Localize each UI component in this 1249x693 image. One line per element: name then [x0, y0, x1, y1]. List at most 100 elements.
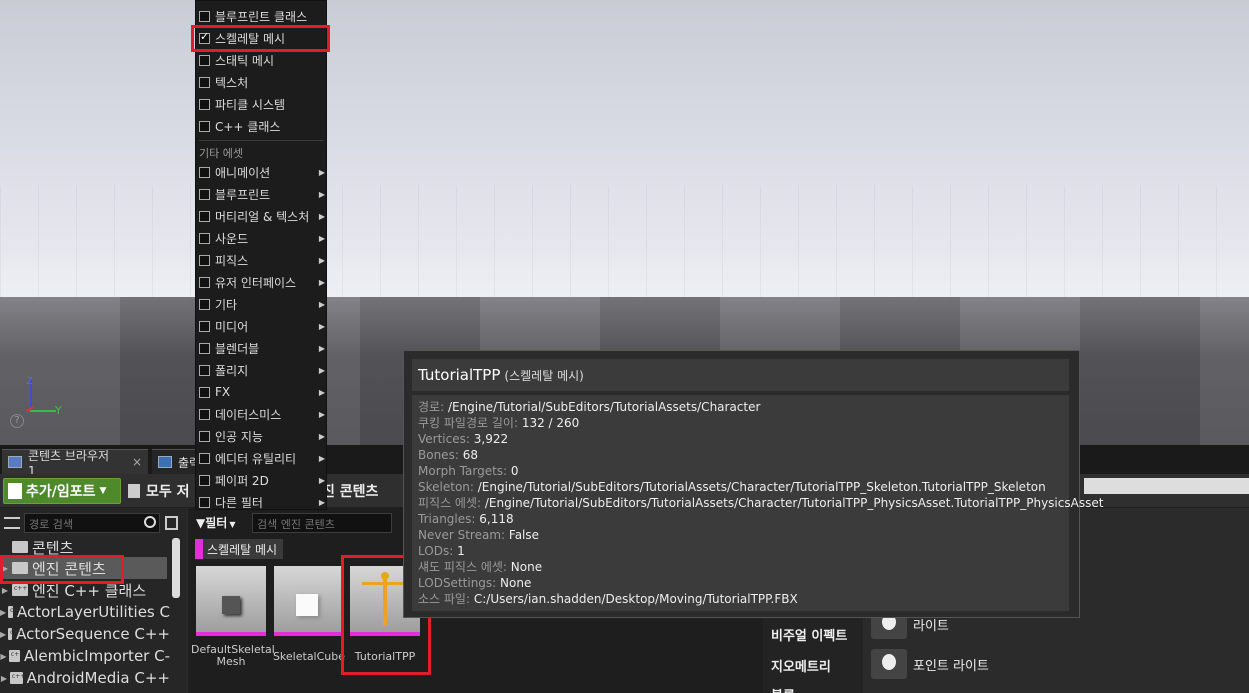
submenu-arrow-icon: ▶ — [318, 497, 325, 507]
tree-item-actorsequence[interactable]: ▶ ActorSequence C++ — [0, 623, 170, 645]
menu-item-misc[interactable]: 기타 ▶ — [196, 293, 328, 315]
menu-item-particle-system[interactable]: 파티클 시스템 — [196, 93, 328, 115]
asset-search-input[interactable]: 검색 엔진 콘텐츠 — [252, 513, 392, 533]
tree-item-label: ActorLayerUtilities C — [17, 603, 170, 621]
expand-arrow-icon[interactable]: ▶ — [0, 652, 7, 661]
expand-arrow-icon[interactable]: ▶ — [0, 674, 8, 683]
submenu-arrow-icon: ▶ — [318, 299, 325, 309]
category-geometry[interactable]: 지오메트리 — [771, 656, 831, 675]
menu-item-label: 머티리얼 & 텍스처 — [215, 209, 310, 224]
expand-arrow-icon[interactable]: ▶ — [0, 608, 6, 617]
menu-item-animation[interactable]: 애니메이션 ▶ — [196, 161, 328, 183]
tooltip-row: Skeleton: /Engine/Tutorial/SubEditors/Tu… — [418, 479, 1063, 495]
light-bulb-icon — [871, 649, 907, 679]
menu-item-sound[interactable]: 사운드 ▶ — [196, 227, 328, 249]
sources-toggle-icon[interactable] — [4, 517, 20, 529]
menu-item-texture[interactable]: 텍스처 — [196, 71, 328, 93]
menu-item-other-filters[interactable]: 다른 필터 ▶ — [196, 491, 328, 513]
checkbox[interactable] — [199, 342, 210, 354]
chevron-down-icon: ▼ — [229, 520, 236, 529]
checkbox[interactable] — [199, 408, 210, 420]
checkbox[interactable] — [199, 430, 210, 442]
expand-arrow-icon[interactable]: ▶ — [0, 630, 6, 639]
checkbox[interactable] — [199, 474, 210, 486]
menu-item-physics[interactable]: 피직스 ▶ — [196, 249, 328, 271]
category-visual-effects[interactable]: 비주얼 이펙트 — [771, 625, 847, 644]
submenu-arrow-icon: ▶ — [318, 409, 325, 419]
checkbox[interactable] — [199, 232, 210, 244]
expand-arrow-icon[interactable]: ▶ — [0, 586, 10, 595]
filter-button[interactable]: ▼필터 ▼ — [196, 514, 235, 531]
menu-divider — [199, 140, 323, 141]
tab-content-browser[interactable]: 콘텐츠 브라우저 1 × — [2, 449, 148, 478]
filter-icon: ▼ — [196, 516, 206, 530]
close-icon[interactable]: × — [132, 455, 142, 469]
asset-tile-skeletalcube[interactable] — [274, 566, 344, 636]
asset-label-line: Mesh — [216, 655, 246, 668]
menu-item-blueprint[interactable]: 블루프린트 ▶ — [196, 183, 328, 205]
help-icon[interactable]: ? — [10, 414, 24, 428]
category-volumes[interactable]: 볼류 — [771, 685, 795, 693]
tree-scrollbar[interactable] — [172, 538, 180, 598]
menu-item-label: 블렌더블 — [215, 341, 260, 356]
menu-item-static-mesh[interactable]: 스태틱 메시 — [196, 49, 328, 71]
checkbox[interactable] — [199, 76, 210, 88]
menu-item-label: 블루프린트 클래스 — [215, 9, 308, 24]
checkbox[interactable] — [199, 452, 210, 464]
submenu-arrow-icon: ▶ — [318, 453, 325, 463]
sources-panel: 경로 검색 콘텐츠 ▶ 엔진 콘텐츠 ▶ 엔진 C++ 클래스 ▶ ActorL… — [0, 508, 186, 693]
submenu-arrow-icon: ▶ — [318, 167, 325, 177]
tree-item-actorlayerutilities[interactable]: ▶ ActorLayerUtilities C — [0, 601, 170, 623]
checkbox[interactable] — [199, 254, 210, 266]
z-axis-label: Z — [26, 376, 33, 387]
asset-label: SkeletalCube — [272, 650, 346, 663]
checkbox[interactable] — [199, 386, 210, 398]
menu-item-ai[interactable]: 인공 지능 ▶ — [196, 425, 328, 447]
checkbox[interactable] — [199, 298, 210, 310]
menu-item-editor-utility[interactable]: 에디터 유틸리티 ▶ — [196, 447, 328, 469]
menu-item-datasmith[interactable]: 데이터스미스 ▶ — [196, 403, 328, 425]
tree-item-alembicimporter[interactable]: ▶ AlembicImporter C- — [0, 645, 170, 667]
tooltip-key: 피직스 에셋: — [418, 496, 482, 510]
tooltip-key: Morph Targets: — [418, 464, 508, 478]
details-search-bar[interactable] — [1084, 478, 1249, 494]
checkbox[interactable] — [199, 166, 210, 178]
checkbox[interactable] — [199, 10, 210, 22]
menu-item-foliage[interactable]: 폴리지 ▶ — [196, 359, 328, 381]
menu-item-blueprint-class[interactable]: 블루프린트 클래스 — [196, 5, 328, 27]
code-folder-icon — [8, 606, 23, 618]
breadcrumb[interactable]: 진 콘텐츠 — [322, 479, 378, 503]
place-item-point-light[interactable]: 포인트 라이트 — [871, 649, 989, 679]
asset-tooltip: TutorialTPP (스켈레탈 메시) 경로: /Engine/Tutori… — [403, 350, 1103, 618]
tree-item-androidmedia[interactable]: ▶ AndroidMedia C++ — [0, 667, 170, 689]
path-search-input[interactable]: 경로 검색 — [24, 513, 160, 533]
checkbox[interactable] — [199, 276, 210, 288]
checkbox[interactable] — [199, 320, 210, 332]
menu-item-cpp-class[interactable]: C++ 클래스 — [196, 115, 328, 137]
tooltip-key: 섀도 피직스 에셋: — [418, 560, 507, 574]
tooltip-value: 6,118 — [479, 512, 514, 526]
floor-grid — [0, 185, 1249, 297]
checkbox[interactable] — [199, 188, 210, 200]
menu-item-fx[interactable]: FX ▶ — [196, 381, 328, 403]
save-all-button[interactable]: 모두 저 — [128, 479, 190, 503]
add-import-button[interactable]: 추가/임포트 ▼ — [3, 478, 121, 504]
menu-item-label: 페이퍼 2D — [215, 473, 269, 488]
checkbox[interactable] — [199, 120, 210, 132]
tooltip-value: /Engine/Tutorial/SubEditors/TutorialAsse… — [447, 400, 761, 414]
menu-item-label: 피직스 — [215, 253, 249, 268]
menu-item-paper-2d[interactable]: 페이퍼 2D ▶ — [196, 469, 328, 491]
menu-item-material-texture[interactable]: 머티리얼 & 텍스처 ▶ — [196, 205, 328, 227]
menu-item-user-interface[interactable]: 유저 인터페이스 ▶ — [196, 271, 328, 293]
checkbox[interactable] — [199, 98, 210, 110]
checkbox[interactable] — [199, 210, 210, 222]
menu-item-media[interactable]: 미디어 ▶ — [196, 315, 328, 337]
checkbox[interactable] — [199, 364, 210, 376]
checkbox[interactable] — [199, 54, 210, 66]
filter-chip-label: 스켈레탈 메시 — [207, 542, 278, 557]
asset-tile-defaultskeletalmesh[interactable] — [196, 566, 266, 636]
menu-item-blendable[interactable]: 블렌더블 ▶ — [196, 337, 328, 359]
collections-icon[interactable] — [165, 516, 178, 530]
filter-chip-skeletal-mesh[interactable]: 스켈레탈 메시 — [195, 539, 284, 559]
checkbox[interactable] — [199, 496, 210, 508]
